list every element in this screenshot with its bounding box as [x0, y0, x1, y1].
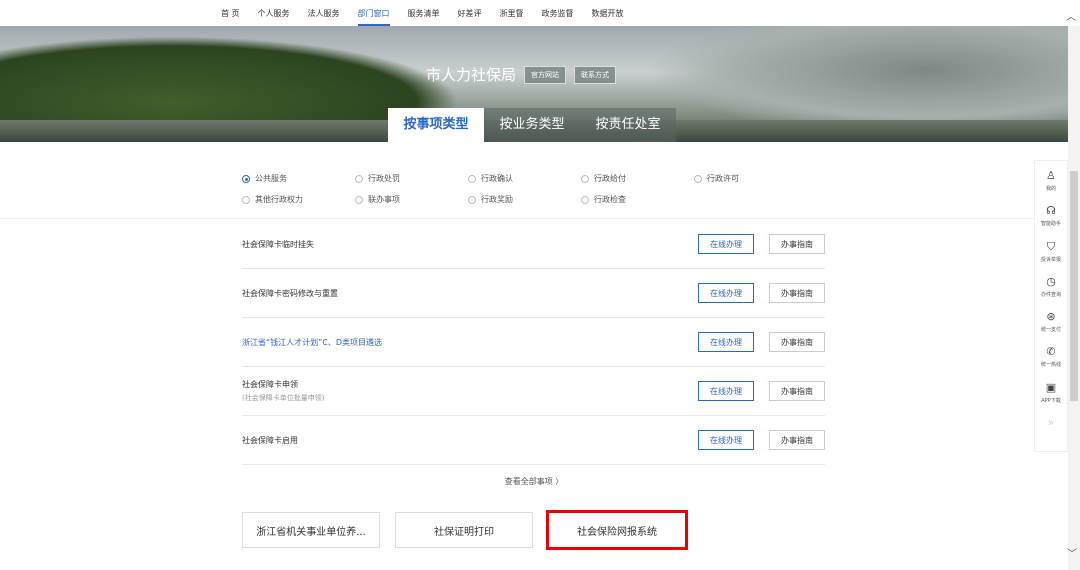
- filter-payment[interactable]: 行政给付: [581, 173, 694, 184]
- service-list: 社会保障卡临时挂失 在线办理 办事指南 社会保障卡密码修改与重置 在线办理 办事指南 浙…: [242, 220, 825, 465]
- phone-app-icon: ▣: [1045, 380, 1057, 394]
- filter-confirm[interactable]: 行政确认: [468, 173, 581, 184]
- online-button[interactable]: 在线办理: [698, 234, 754, 254]
- right-toolbar: ♙ 我的 ☊ 智能助手 ⛉ 投诉举报 ◷ 办件查询 ⊛ 统一支付 ✆ 统一热线 ▣ APP下载…: [1034, 160, 1068, 452]
- shield-icon: ⛉: [1046, 239, 1056, 253]
- filter-reward[interactable]: 行政奖励: [468, 194, 581, 205]
- side-collapse[interactable]: »: [1048, 416, 1055, 451]
- nav-supervise[interactable]: 浙里督: [500, 4, 524, 23]
- double-chevron-icon: »: [1047, 415, 1055, 429]
- list-item: 社会保障卡启用 在线办理 办事指南: [242, 416, 825, 465]
- side-payment[interactable]: ⊛ 统一支付: [1041, 310, 1061, 345]
- tab-by-type[interactable]: 按事项类型: [388, 108, 484, 142]
- side-query[interactable]: ◷ 办件查询: [1041, 275, 1061, 310]
- radio-icon: [694, 174, 702, 183]
- radio-icon: [242, 174, 250, 183]
- guide-button[interactable]: 办事指南: [769, 234, 825, 254]
- nav-open-data[interactable]: 数据开放: [592, 4, 624, 23]
- side-complaint[interactable]: ⛉ 投诉举报: [1041, 240, 1061, 275]
- radio-icon: [355, 174, 363, 183]
- list-item: 社会保障卡临时挂失 在线办理 办事指南: [242, 220, 825, 269]
- clock-icon: ◷: [1046, 274, 1056, 288]
- filter-penalty[interactable]: 行政处罚: [355, 173, 468, 184]
- list-item: 浙江省“钱江人才计划”C、D类项目遴选 在线办理 办事指南: [242, 318, 825, 367]
- user-icon: ♙: [1046, 169, 1056, 182]
- radio-icon: [581, 174, 589, 183]
- online-button[interactable]: 在线办理: [698, 332, 754, 352]
- list-item: 社会保障卡申领 (社会保障卡单位批量申领) 在线办理 办事指南: [242, 367, 825, 416]
- filter-other-power[interactable]: 其他行政权力: [242, 194, 355, 205]
- nav-personal[interactable]: 个人服务: [258, 4, 290, 23]
- nav-home[interactable]: 首 页: [221, 4, 240, 23]
- list-item: 社会保障卡密码修改与重置 在线办理 办事指南: [242, 269, 825, 318]
- view-all-link[interactable]: 查看全部事项 〉: [0, 476, 1068, 487]
- side-app[interactable]: ▣ APP下载: [1041, 381, 1060, 416]
- radio-icon: [468, 174, 476, 183]
- system-pension[interactable]: 浙江省机关事业单位养...: [242, 512, 380, 548]
- phone-icon: ✆: [1046, 345, 1056, 359]
- official-site-button[interactable]: 官方网站: [524, 65, 567, 84]
- guide-button[interactable]: 办事指南: [769, 430, 825, 450]
- radio-icon: [242, 195, 250, 204]
- online-button[interactable]: 在线办理: [698, 430, 754, 450]
- scrollbar[interactable]: [1068, 26, 1080, 570]
- guide-button[interactable]: 办事指南: [769, 381, 825, 401]
- radio-icon: [581, 195, 589, 204]
- side-assistant[interactable]: ☊ 智能助手: [1041, 204, 1061, 239]
- filter-license[interactable]: 行政许可: [694, 173, 807, 184]
- department-name: 市人力社保局: [426, 66, 517, 84]
- nav-service-list[interactable]: 服务清单: [408, 4, 440, 23]
- scroll-up-icon[interactable]: ︿: [1066, 8, 1076, 23]
- nav-corporate[interactable]: 法人服务: [308, 4, 340, 23]
- tab-by-office[interactable]: 按责任处室: [580, 108, 676, 142]
- radio-icon: [468, 195, 476, 204]
- filter-inspection[interactable]: 行政检查: [581, 194, 694, 205]
- filter-options: 公共服务 行政处罚 行政确认 行政给付 行政许可 其他行政权力 联办事项 行政奖…: [242, 168, 807, 210]
- system-certificate-print[interactable]: 社保证明打印: [395, 512, 533, 548]
- top-nav: 首 页 个人服务 法人服务 部门窗口 服务清单 好差评 浙里督 政务监督 数据开…: [0, 0, 1080, 26]
- radio-icon: [355, 195, 363, 204]
- nav-department[interactable]: 部门窗口: [357, 4, 390, 26]
- contact-button[interactable]: 联系方式: [574, 65, 617, 84]
- side-hotline[interactable]: ✆ 统一热线: [1041, 345, 1061, 380]
- guide-button[interactable]: 办事指南: [769, 332, 825, 352]
- headset-icon: ☊: [1046, 204, 1056, 218]
- nav-rating[interactable]: 好差评: [458, 4, 482, 23]
- yuan-icon: ⊛: [1046, 310, 1056, 323]
- system-social-insurance[interactable]: 社会保险网报系统: [546, 510, 688, 550]
- guide-button[interactable]: 办事指南: [769, 283, 825, 303]
- filter-public-service[interactable]: 公共服务: [242, 173, 355, 184]
- scroll-down-icon[interactable]: ﹀: [1067, 545, 1077, 560]
- filter-joint[interactable]: 联办事项: [355, 194, 468, 205]
- online-button[interactable]: 在线办理: [698, 283, 754, 303]
- nav-gov-supervision[interactable]: 政务监督: [542, 4, 574, 23]
- side-my[interactable]: ♙ 我的: [1046, 169, 1056, 204]
- tab-by-business[interactable]: 按业务类型: [484, 108, 580, 142]
- online-button[interactable]: 在线办理: [698, 381, 754, 401]
